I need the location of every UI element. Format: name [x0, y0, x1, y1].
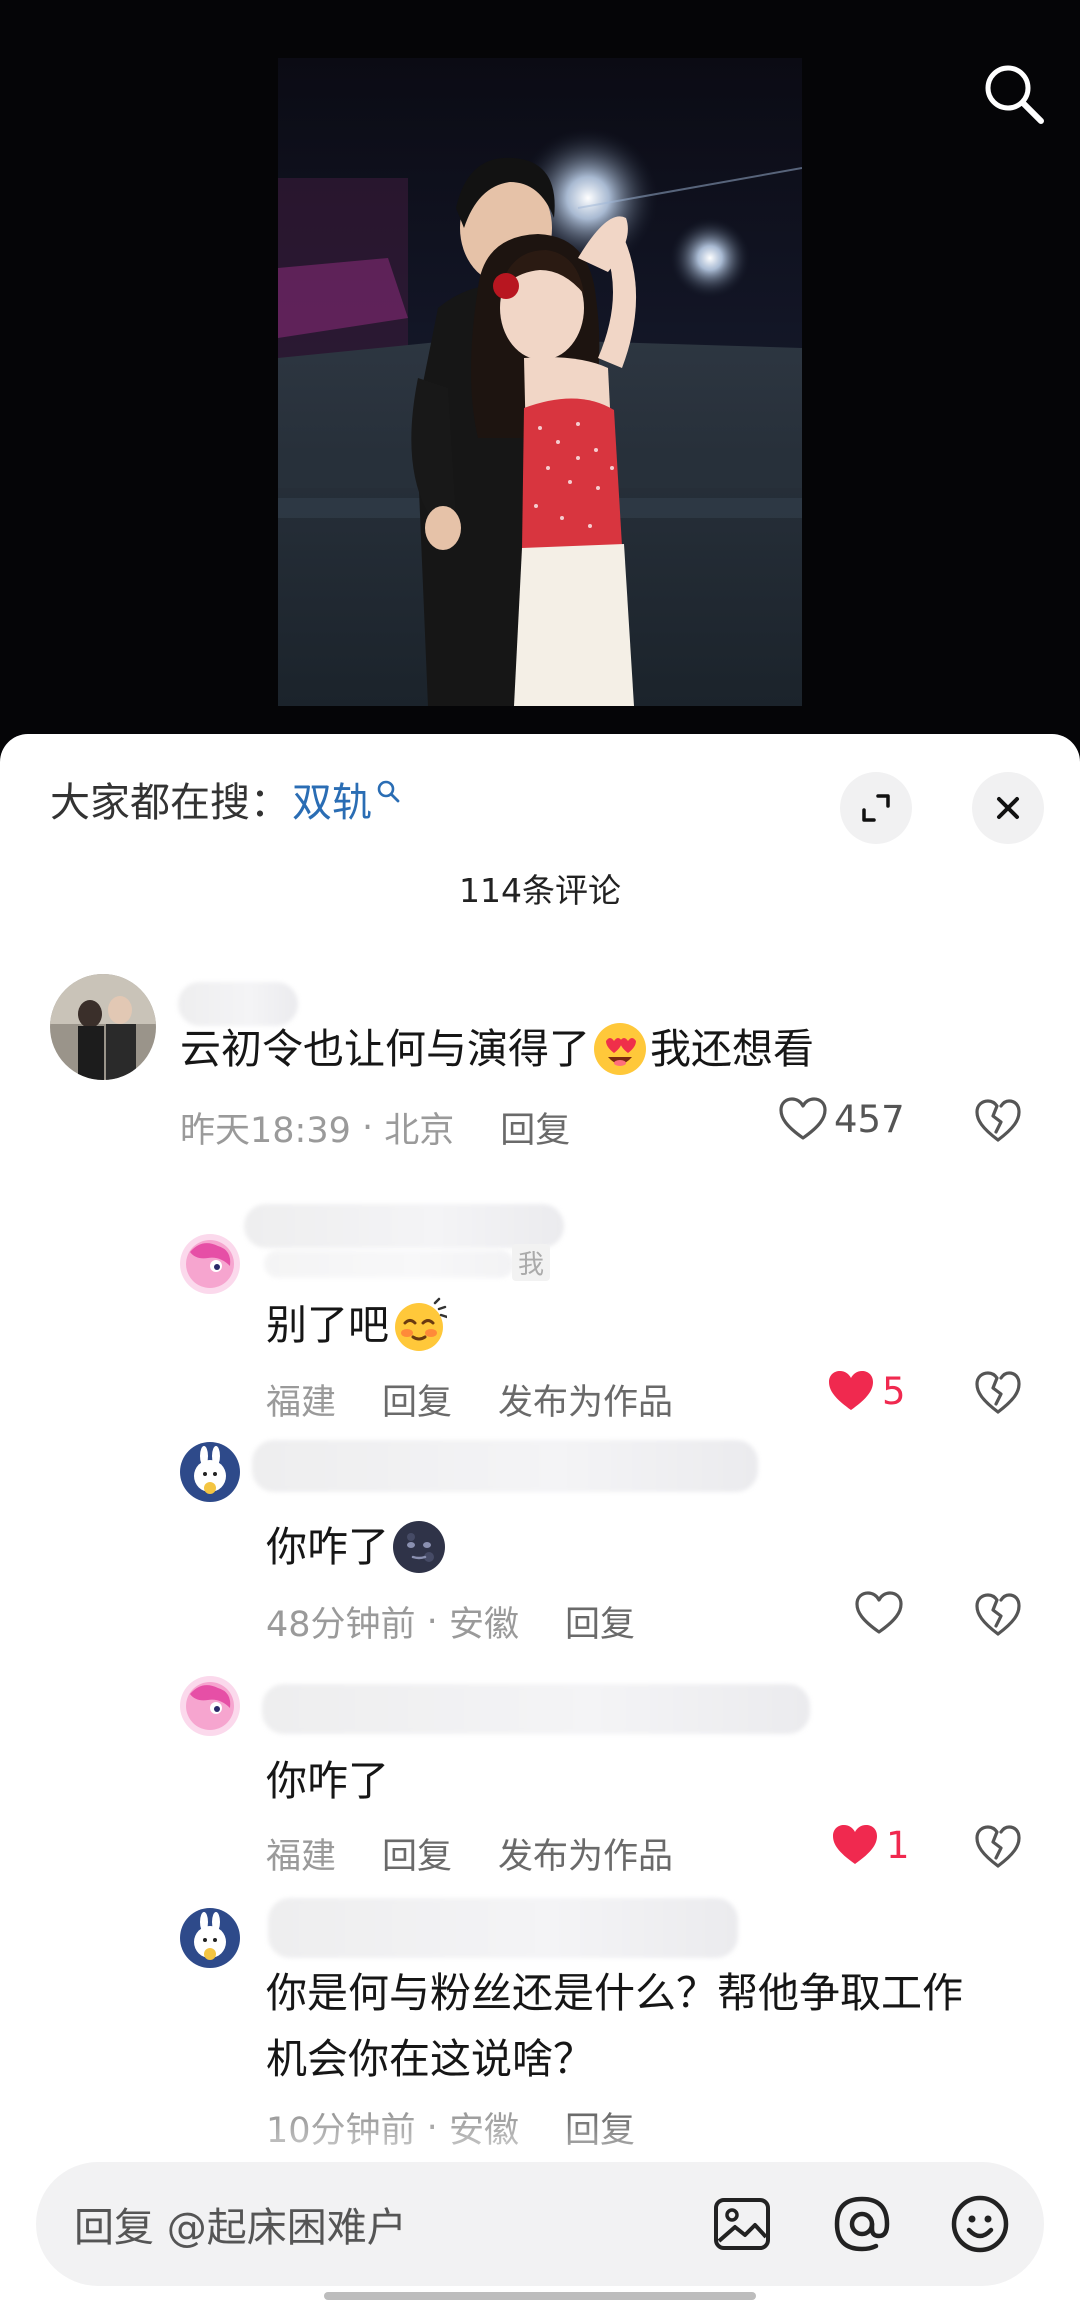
avatar[interactable] — [180, 1442, 240, 1502]
emoji-icon — [951, 2195, 1009, 2253]
reply-button[interactable]: 回复 — [382, 1828, 452, 1879]
hot-search-keyword: 双轨 — [292, 780, 372, 826]
username-redacted — [268, 1898, 738, 1958]
avatar[interactable] — [180, 1676, 240, 1736]
comment-text-part: 我还想看 — [650, 1025, 814, 1073]
expand-icon — [862, 794, 890, 822]
broken-heart-icon — [975, 1825, 1021, 1868]
reply-button[interactable]: 回复 — [565, 1596, 635, 1647]
close-button[interactable] — [972, 772, 1044, 844]
comment-text: 云初令也让何与演得了 我还想看 — [180, 1016, 814, 1082]
author-tag: 我 — [512, 1244, 551, 1281]
comment-meta: 福建 回复 发布为作品 — [266, 1374, 673, 1425]
comment-time: 昨天18:39 — [180, 1111, 351, 1151]
dislike-button[interactable] — [974, 1592, 1022, 1642]
username-redacted — [264, 1250, 514, 1278]
dislike-button[interactable] — [974, 1098, 1022, 1148]
hot-search-bar: 大家都在搜： 双轨 — [50, 770, 402, 828]
heart-outline-icon — [855, 1591, 903, 1634]
comment-text: 你咋了 — [266, 1514, 449, 1580]
username-redacted — [252, 1440, 758, 1492]
like-count: 457 — [834, 1097, 905, 1141]
comment-text-part: 云初令也让何与演得了 — [180, 1025, 590, 1073]
like-button[interactable]: 1 — [830, 1822, 910, 1868]
hot-search-keyword-link[interactable]: 双轨 — [292, 770, 402, 828]
meta-separator: · — [415, 1601, 449, 1642]
search-button[interactable] — [978, 58, 1050, 130]
broken-heart-icon — [975, 1593, 1021, 1636]
comment-meta: 福建 回复 发布为作品 — [266, 1828, 673, 1879]
username-redacted — [262, 1684, 810, 1734]
reply-item: 我 别了吧 福建 回复 发布为作品 5 — [0, 1204, 1080, 1424]
dislike-button[interactable] — [974, 1370, 1022, 1420]
reply-item: 你咋了 48分钟前 · 安徽 回复 — [0, 1434, 1080, 1654]
hot-search-label: 大家都在搜： — [50, 780, 290, 826]
comment-count: 114条评论 — [459, 871, 621, 910]
reply-button[interactable]: 回复 — [382, 1374, 452, 1425]
comment-text: 别了吧 — [266, 1292, 449, 1358]
close-icon — [997, 797, 1019, 819]
heart-filled-icon — [829, 1371, 873, 1410]
small-search-icon — [377, 780, 400, 803]
heart-outline-icon — [779, 1097, 827, 1140]
heart-eyes-emoji — [594, 1023, 646, 1075]
like-count: 1 — [886, 1823, 910, 1867]
comment-text-part: 你咋了 — [266, 1757, 389, 1805]
image-icon — [714, 2198, 770, 2250]
blushing-sweat-emoji — [395, 1297, 447, 1351]
comment-sheet: 大家都在搜： 双轨 114条评论 云初令也让何与演得了 我还想看 昨天18:39… — [0, 734, 1080, 2304]
comment-text: 你咋了 — [266, 1748, 389, 1814]
comment-location: 福建 — [266, 1837, 337, 1877]
home-indicator[interactable] — [324, 2292, 756, 2300]
reply-input[interactable]: 回复 @起床困难户 — [74, 2195, 407, 2253]
username-redacted — [244, 1204, 564, 1248]
reply-item: 你咋了 福建 回复 发布为作品 1 — [0, 1664, 1080, 1884]
comment-meta: 昨天18:39 · 北京 回复 — [180, 1102, 570, 1153]
comment-text-part: 你咋了 — [266, 1523, 389, 1571]
dark-moon-emoji — [393, 1521, 445, 1573]
dislike-button[interactable] — [974, 1824, 1022, 1874]
publish-as-post-button[interactable]: 发布为作品 — [498, 1828, 673, 1879]
like-button[interactable]: 457 — [778, 1096, 905, 1142]
comment-text: 你是何与粉丝还是什么？帮他争取工作 机会你在这说啥？ — [266, 1960, 1046, 2092]
video-still-image — [278, 128, 802, 706]
at-icon — [834, 2196, 890, 2252]
comment-text-line: 你是何与粉丝还是什么？帮他争取工作 — [266, 1969, 963, 2017]
broken-heart-icon — [975, 1371, 1021, 1414]
avatar[interactable] — [50, 974, 156, 1080]
mention-button[interactable] — [830, 2192, 894, 2256]
comment-text-line: 机会你在这说啥？ — [266, 2035, 594, 2083]
search-icon — [985, 65, 1044, 124]
reply-input-bar[interactable]: 回复 @起床困难户 — [36, 2162, 1044, 2286]
comment-location: 福建 — [266, 1383, 337, 1423]
comment-meta: 48分钟前 · 安徽 回复 — [266, 1596, 635, 1647]
comment-text-part: 别了吧 — [266, 1301, 389, 1349]
comment-item: 云初令也让何与演得了 我还想看 昨天18:39 · 北京 回复 457 — [0, 974, 1080, 1194]
like-button[interactable] — [854, 1590, 910, 1636]
comment-time: 48分钟前 — [266, 1605, 416, 1645]
like-button[interactable]: 5 — [826, 1368, 906, 1414]
publish-as-post-button[interactable]: 发布为作品 — [498, 1374, 673, 1425]
video-player[interactable] — [0, 0, 1080, 760]
comment-location: 安徽 — [448, 1605, 519, 1645]
avatar[interactable] — [180, 1908, 240, 1968]
reply-button[interactable]: 回复 — [500, 1102, 570, 1153]
expand-button[interactable] — [840, 772, 912, 844]
heart-filled-icon — [833, 1825, 877, 1864]
emoji-button[interactable] — [948, 2192, 1012, 2256]
comment-location: 北京 — [384, 1111, 455, 1151]
like-count: 5 — [882, 1369, 906, 1413]
image-button[interactable] — [710, 2192, 774, 2256]
broken-heart-icon — [975, 1099, 1021, 1142]
video-frame — [278, 58, 802, 706]
avatar[interactable] — [180, 1234, 240, 1294]
meta-separator: · — [350, 1107, 385, 1148]
